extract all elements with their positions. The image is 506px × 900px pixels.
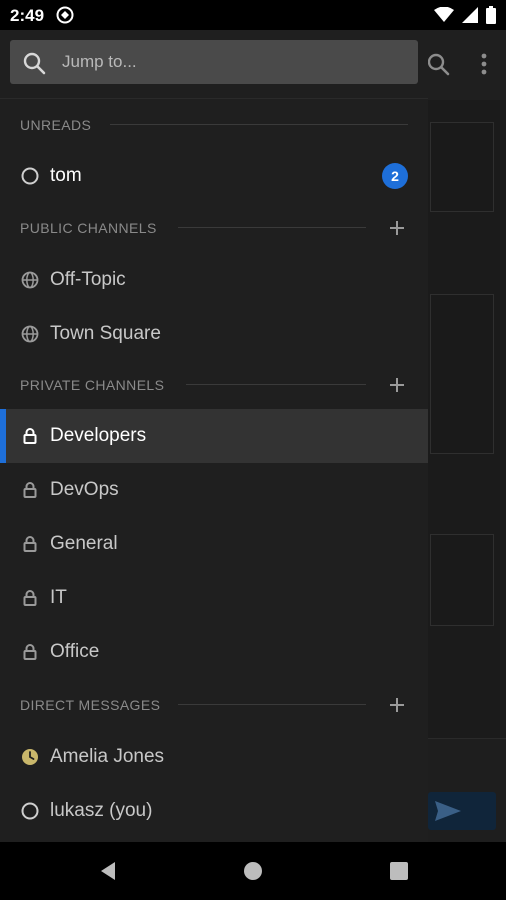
plus-icon[interactable] — [386, 217, 408, 239]
divider — [110, 124, 408, 125]
recents-icon[interactable] — [387, 859, 411, 883]
back-icon[interactable] — [96, 859, 120, 883]
dm-label: Amelia Jones — [50, 746, 165, 767]
circle-outline-icon — [21, 802, 39, 820]
plus-icon[interactable] — [386, 374, 408, 396]
clock-icon — [22, 749, 38, 765]
channel-drawer: UNREADS tom 2 PUBLIC CHANNELS Off-Topic — [0, 30, 428, 842]
section-header-private-channels: PRIVATE CHANNELS — [0, 370, 428, 400]
post-preview — [430, 122, 494, 212]
status-bar: 2:49 — [0, 0, 506, 30]
active-indicator — [0, 409, 6, 463]
dm-item-lukasz[interactable]: lukasz (you) — [0, 784, 428, 838]
channel-item-office[interactable]: Office — [0, 625, 428, 679]
signal-icon — [462, 7, 478, 23]
divider — [186, 384, 366, 385]
section-title: PRIVATE CHANNELS — [20, 377, 165, 393]
globe-icon — [21, 271, 39, 289]
jump-to-search[interactable] — [10, 40, 418, 84]
lock-icon — [23, 536, 37, 552]
status-time: 2:49 — [10, 6, 45, 25]
channel-label: Office — [50, 641, 100, 662]
dm-item-amelia-jones[interactable]: Amelia Jones — [0, 730, 428, 784]
channel-label: DevOps — [50, 479, 119, 500]
home-icon[interactable] — [241, 859, 265, 883]
channel-label: Town Square — [50, 323, 161, 344]
post-preview — [430, 534, 494, 626]
send-icon — [435, 801, 461, 821]
post-preview — [430, 294, 494, 454]
channel-item-tom[interactable]: tom 2 — [0, 149, 428, 203]
send-button[interactable] — [428, 792, 496, 830]
jump-to-input[interactable] — [62, 40, 402, 84]
lock-icon — [23, 644, 37, 660]
divider — [178, 704, 366, 705]
channel-label: Off-Topic — [50, 269, 126, 290]
system-nav-bar — [0, 842, 506, 900]
wifi-icon — [434, 7, 454, 22]
status-icons — [434, 6, 496, 24]
divider — [178, 227, 366, 228]
section-header-public-channels: PUBLIC CHANNELS — [0, 213, 428, 243]
lock-icon — [23, 428, 37, 444]
channel-label: IT — [50, 587, 67, 608]
channel-item-off-topic[interactable]: Off-Topic — [0, 253, 428, 307]
lock-icon — [23, 590, 37, 606]
section-title: PUBLIC CHANNELS — [20, 220, 157, 236]
section-header-unreads: UNREADS — [0, 110, 428, 140]
search-icon[interactable] — [426, 52, 450, 76]
jump-to-bar — [0, 30, 428, 99]
plus-icon[interactable] — [386, 694, 408, 716]
lock-icon — [23, 482, 37, 498]
channel-label: General — [50, 533, 118, 554]
circle-outline-icon — [21, 167, 39, 185]
channel-item-town-square[interactable]: Town Square — [0, 307, 428, 361]
unread-badge: 2 — [382, 163, 408, 189]
globe-icon — [21, 325, 39, 343]
more-vertical-icon[interactable] — [480, 52, 488, 76]
channel-item-devops[interactable]: DevOps — [0, 463, 428, 517]
app-notification-icon — [56, 6, 74, 24]
section-title: DIRECT MESSAGES — [20, 697, 161, 713]
section-title: UNREADS — [20, 117, 92, 133]
channel-item-general[interactable]: General — [0, 517, 428, 571]
search-icon — [23, 52, 46, 75]
channel-item-developers[interactable]: Developers — [0, 409, 428, 463]
channel-item-it[interactable]: IT — [0, 571, 428, 625]
section-header-direct-messages: DIRECT MESSAGES — [0, 690, 428, 720]
dm-label: lukasz (you) — [50, 800, 153, 821]
battery-icon — [486, 6, 496, 24]
channel-label: tom — [50, 165, 82, 186]
channel-label: Developers — [50, 425, 147, 446]
